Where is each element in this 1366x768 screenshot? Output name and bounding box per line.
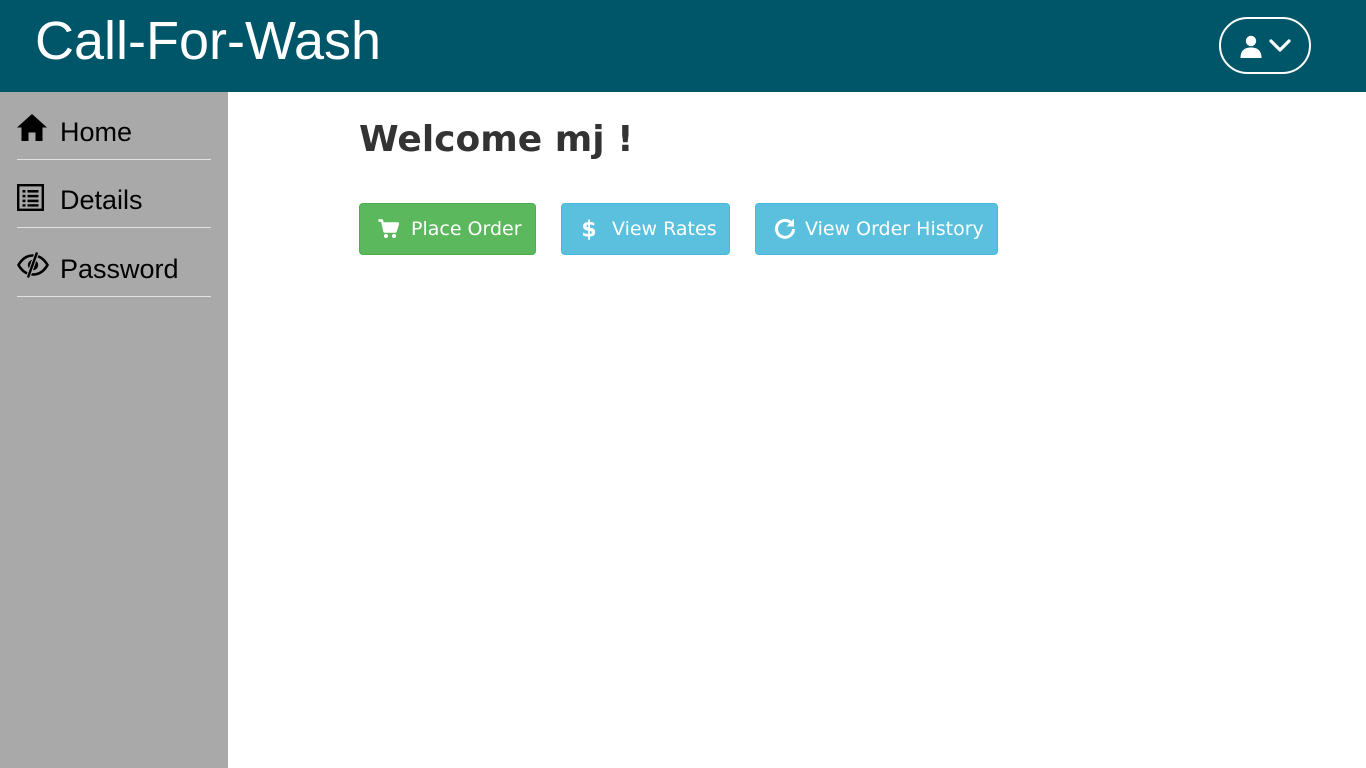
dollar-icon: $ xyxy=(580,217,598,242)
sidebar: Home Details Password xyxy=(0,92,228,768)
sidebar-item-password[interactable]: Password xyxy=(17,229,211,297)
view-order-history-button[interactable]: View Order History xyxy=(755,203,998,255)
svg-text:$: $ xyxy=(581,218,596,242)
list-icon xyxy=(17,184,45,216)
view-rates-button[interactable]: $ View Rates xyxy=(561,203,730,255)
place-order-label: Place Order xyxy=(411,218,522,240)
sidebar-item-label: Password xyxy=(60,254,179,284)
view-rates-label: View Rates xyxy=(612,218,717,240)
welcome-heading: Welcome mj ! xyxy=(359,119,634,160)
app-title[interactable]: Call-For-Wash xyxy=(35,6,381,76)
shopping-cart-icon xyxy=(378,219,399,239)
view-order-history-label: View Order History xyxy=(805,218,984,240)
eye-slash-icon xyxy=(17,251,49,284)
top-navbar: Call-For-Wash xyxy=(0,0,1366,92)
user-menu-button[interactable] xyxy=(1219,17,1311,74)
sidebar-item-home[interactable]: Home xyxy=(17,92,211,160)
sidebar-item-details[interactable]: Details xyxy=(17,160,211,228)
sidebar-item-label: Home xyxy=(60,117,133,147)
chevron-down-icon xyxy=(1269,38,1291,53)
home-icon xyxy=(17,114,47,146)
user-icon xyxy=(1239,34,1263,58)
place-order-button[interactable]: Place Order xyxy=(359,203,536,255)
refresh-icon xyxy=(774,218,796,240)
sidebar-item-label: Details xyxy=(60,185,143,215)
